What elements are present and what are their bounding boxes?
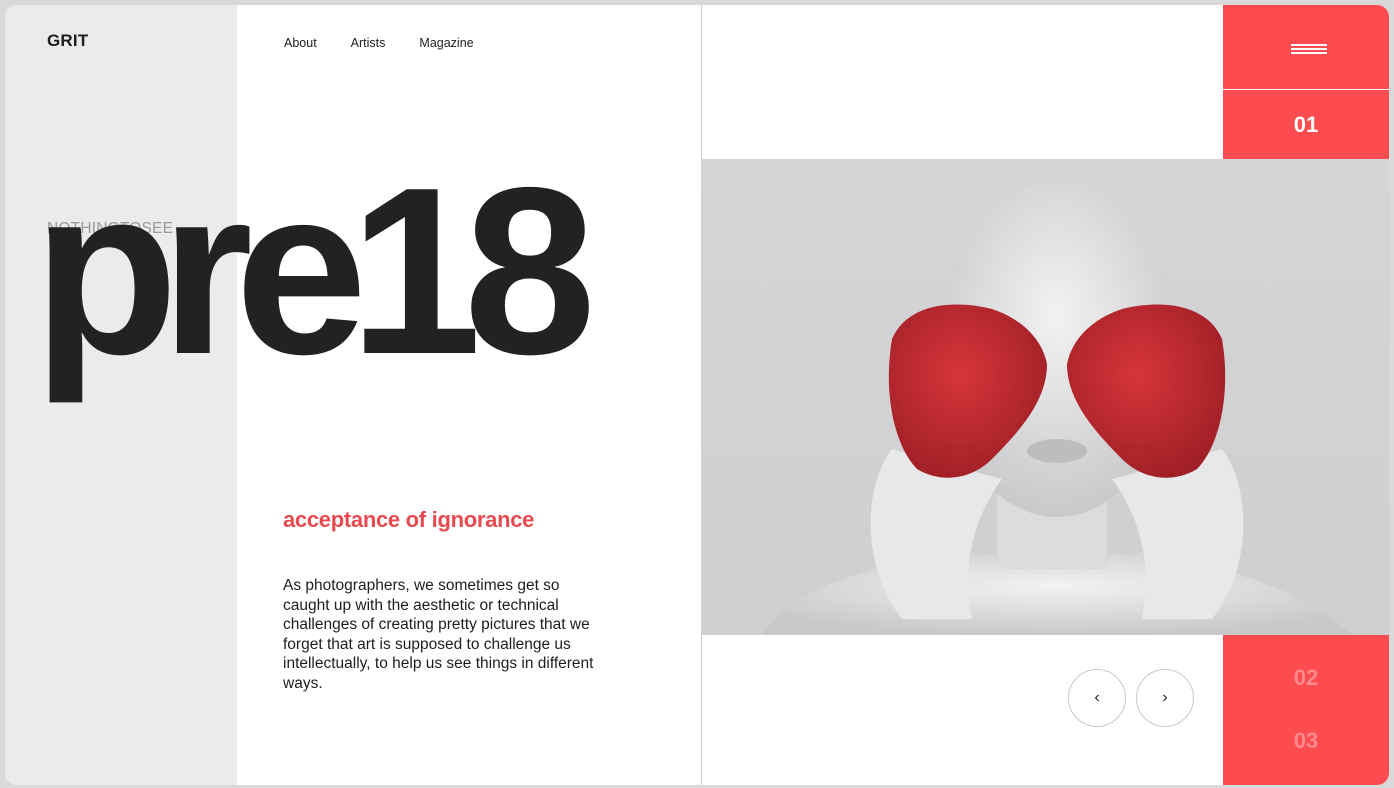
chevron-left-icon: ‹ <box>1094 689 1100 706</box>
slide-list: 02 03 <box>1223 635 1389 785</box>
hamburger-menu-icon <box>1291 44 1327 54</box>
site-logo[interactable]: GRIT <box>47 31 88 51</box>
chevron-right-icon: › <box>1162 689 1168 706</box>
next-slide-button[interactable]: › <box>1136 669 1194 727</box>
page-frame: GRIT About Artists Magazine NOTHINGTOSEE… <box>5 5 1389 785</box>
slide-current: 01 <box>1223 90 1389 159</box>
main-nav: About Artists Magazine <box>284 36 474 50</box>
hero-title: pre18 <box>33 139 596 404</box>
slide-02-link[interactable]: 02 <box>1223 665 1389 691</box>
featured-photo <box>702 159 1389 635</box>
slide-03-link[interactable]: 03 <box>1223 728 1389 754</box>
portrait-illustration <box>762 181 1352 635</box>
nav-link-about[interactable]: About <box>284 36 317 50</box>
nav-link-magazine[interactable]: Magazine <box>419 36 473 50</box>
nav-link-artists[interactable]: Artists <box>351 36 386 50</box>
hero-subtitle: acceptance of ignorance <box>283 507 535 532</box>
hero-description: As photographers, we sometimes get so ca… <box>283 577 594 692</box>
prev-slide-button[interactable]: ‹ <box>1068 669 1126 727</box>
menu-button[interactable] <box>1223 5 1389 89</box>
